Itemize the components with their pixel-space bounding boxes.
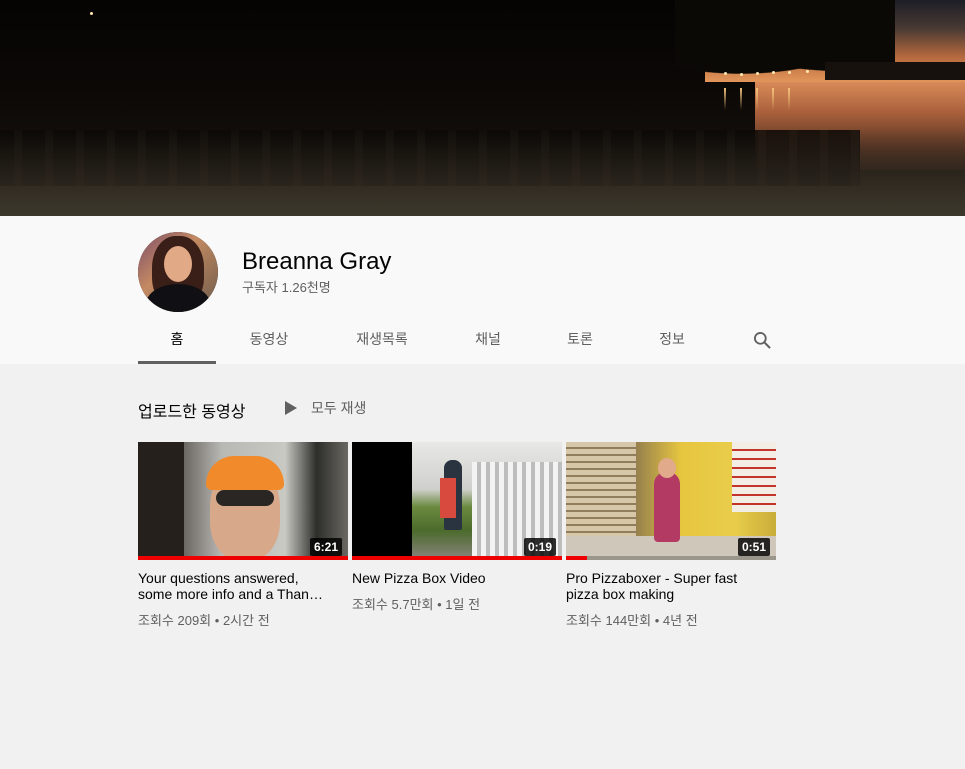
tab-playlists[interactable]: 재생목록 [340, 320, 424, 364]
video-meta: 조회수 144만회 • 4년 전 [566, 610, 776, 629]
video-meta: 조회수 209회 • 2시간 전 [138, 610, 348, 629]
watch-progress-bar [352, 556, 562, 560]
video-age: 4년 전 [662, 613, 698, 628]
banner-shore [825, 62, 965, 80]
banner-light-reflection [772, 88, 774, 110]
banner-light [788, 71, 791, 74]
banner-light [756, 72, 759, 75]
tab-home[interactable]: 홈 [138, 320, 216, 364]
search-icon[interactable] [752, 330, 772, 350]
thumbnail-art [654, 472, 680, 542]
thumbnail-art [732, 442, 776, 512]
watch-progress-bar [566, 556, 587, 560]
video-views: 조회수 5.7만회 [352, 597, 434, 612]
tab-about[interactable]: 정보 [634, 320, 710, 364]
tab-discussion[interactable]: 토론 [542, 320, 618, 364]
video-views: 조회수 209회 [138, 613, 212, 628]
channel-name: Breanna Gray [242, 248, 392, 275]
channel-header: Breanna Gray 구독자 1.26천명 홈 동영상 재생목록 채널 토론… [0, 216, 965, 364]
avatar-face [164, 246, 192, 282]
video-age: 2시간 전 [222, 613, 270, 628]
video-duration: 6:21 [309, 538, 342, 556]
banner-reflection [0, 130, 965, 216]
banner-light [740, 73, 743, 76]
play-all-button[interactable]: 모두 재생 [282, 398, 366, 418]
banner-light [90, 12, 93, 15]
meta-separator: • [654, 613, 663, 628]
video-card[interactable]: 0:19 New Pizza Box Video 조회수 5.7만회 • 1일 … [352, 442, 562, 613]
video-duration: 0:51 [737, 538, 770, 556]
banner-light-reflection [740, 88, 742, 110]
video-thumbnail[interactable]: 0:19 [352, 442, 562, 560]
tab-videos[interactable]: 동영상 [230, 320, 308, 364]
thumbnail-art [440, 478, 456, 518]
video-thumbnail[interactable]: 6:21 [138, 442, 348, 560]
banner-light-reflection [756, 88, 758, 110]
video-views: 조회수 144만회 [566, 613, 652, 628]
video-title[interactable]: Pro Pizzaboxer - Super fast pizza box ma… [566, 570, 756, 602]
thumbnail-art [216, 490, 274, 506]
channel-avatar[interactable] [138, 232, 218, 312]
thumbnail-art [138, 442, 184, 560]
banner-light [772, 71, 775, 74]
tab-channels[interactable]: 채널 [450, 320, 526, 364]
watch-progress-bar [138, 556, 348, 560]
banner-light [724, 72, 727, 75]
video-card[interactable]: 0:51 Pro Pizzaboxer - Super fast pizza b… [566, 442, 776, 629]
play-all-label: 모두 재생 [311, 400, 367, 416]
video-card[interactable]: 6:21 Your questions answered, some more … [138, 442, 348, 629]
video-duration: 0:19 [523, 538, 556, 556]
uploads-title[interactable]: 업로드한 동영상 [138, 398, 246, 422]
banner-light-reflection [788, 88, 790, 110]
thumbnail-art [658, 458, 676, 478]
thumbnail-art [206, 456, 284, 490]
play-icon [285, 401, 297, 415]
video-title[interactable]: New Pizza Box Video [352, 570, 542, 586]
channel-banner [0, 0, 965, 216]
banner-light [806, 70, 809, 73]
video-thumbnail[interactable]: 0:51 [566, 442, 776, 560]
banner-light-reflection [724, 88, 726, 110]
video-meta: 조회수 5.7만회 • 1일 전 [352, 594, 562, 613]
video-title[interactable]: Your questions answered, some more info … [138, 570, 328, 602]
video-age: 1일 전 [445, 597, 481, 612]
watch-progress-track [566, 556, 776, 560]
meta-separator: • [214, 613, 223, 628]
subscriber-count: 구독자 1.26천명 [242, 280, 331, 295]
